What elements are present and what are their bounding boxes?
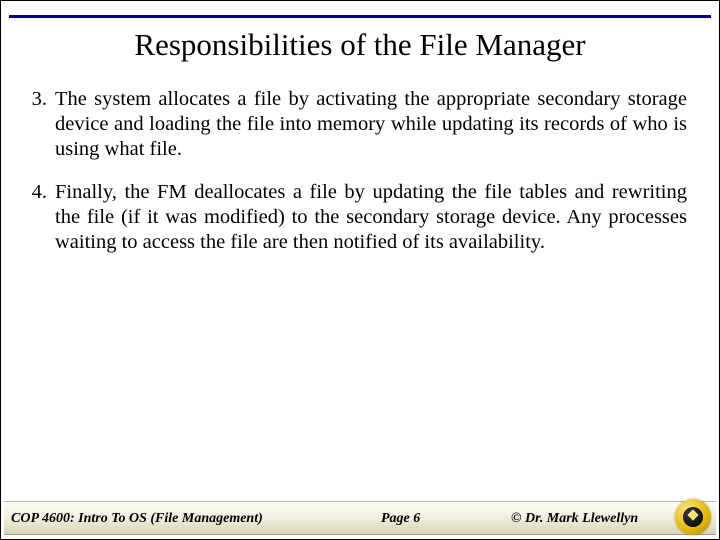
item-text: The system allocates a file by activatin… [55, 87, 687, 162]
item-number: 4. [29, 180, 55, 255]
item-number: 3. [29, 87, 55, 162]
slide-title: Responsibilities of the File Manager [1, 27, 719, 63]
item-text: Finally, the FM deallocates a file by up… [55, 180, 687, 255]
footer: COP 4600: Intro To OS (File Management) … [1, 501, 719, 539]
slide: Responsibilities of the File Manager 3. … [0, 0, 720, 540]
footer-course: COP 4600: Intro To OS (File Management) [11, 511, 263, 527]
list-item: 3. The system allocates a file by activa… [29, 87, 687, 162]
ucf-logo-icon [675, 499, 711, 535]
list-item: 4. Finally, the FM deallocates a file by… [29, 180, 687, 255]
footer-page: Page 6 [381, 511, 420, 527]
body-text: 3. The system allocates a file by activa… [29, 87, 687, 273]
footer-author: © Dr. Mark Llewellyn [511, 511, 638, 527]
top-rule [9, 15, 711, 18]
